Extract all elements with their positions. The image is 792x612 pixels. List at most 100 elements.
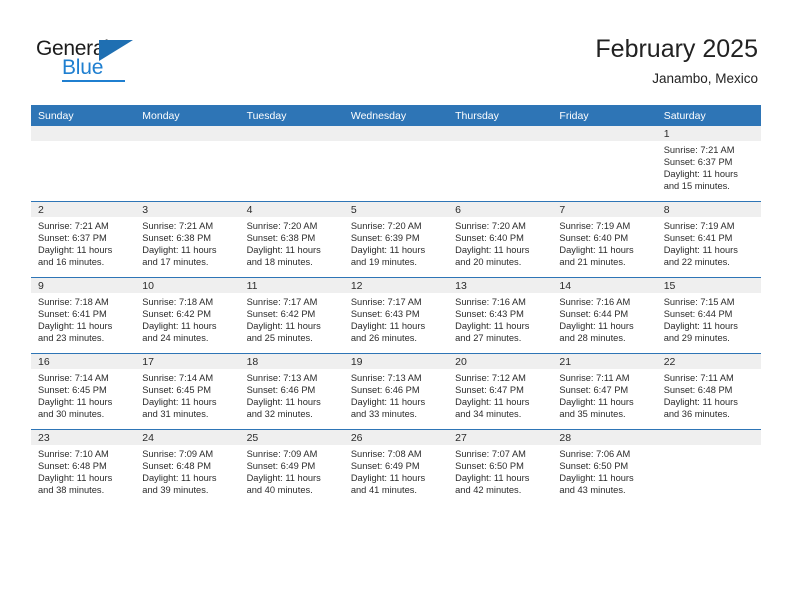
day-cell[interactable]: 3 Sunrise: 7:21 AM Sunset: 6:38 PM Daylight…	[135, 201, 240, 278]
sunrise-text: Sunrise: 7:20 AM	[455, 221, 526, 231]
logo-underline	[62, 80, 125, 82]
daylight-text: Daylight: 11 hours and 32 minutes.	[246, 397, 321, 420]
day-cell[interactable]: 20 Sunrise: 7:12 AM Sunset: 6:47 PM Dayligh…	[448, 353, 553, 430]
day-cell[interactable]: 13 Sunrise: 7:16 AM Sunset: 6:43 PM Dayligh…	[448, 277, 553, 354]
sunrise-text: Sunrise: 7:20 AM	[350, 221, 422, 231]
day-number: 2	[31, 202, 136, 217]
weekday-header-wednesday: Wednesday	[343, 105, 449, 126]
day-details: Sunrise: 7:16 AM Sunset: 6:44 PM Daylight:…	[552, 293, 656, 344]
day-cell[interactable]: 4 Sunrise: 7:20 AM Sunset: 6:38 PM Daylight…	[239, 201, 344, 278]
day-cell[interactable]: 23 Sunrise: 7:10 AM Sunset: 6:48 PM Dayligh…	[31, 429, 136, 505]
sunrise-text: Sunrise: 7:21 AM	[142, 221, 214, 231]
day-cell[interactable]: 24 Sunrise: 7:09 AM Sunset: 6:48 PM Dayligh…	[135, 429, 240, 505]
sunset-text: Sunset: 6:45 PM	[142, 385, 212, 396]
day-number: 14	[552, 278, 657, 293]
day-details: Sunrise: 7:20 AM Sunset: 6:39 PM Daylight:…	[344, 217, 448, 268]
day-number: 12	[343, 278, 449, 293]
day-number	[343, 126, 449, 141]
sunset-text: Sunset: 6:37 PM	[38, 233, 107, 244]
day-details: Sunrise: 7:21 AM Sunset: 6:37 PM Daylight:…	[657, 141, 761, 192]
day-details: Sunrise: 7:17 AM Sunset: 6:42 PM Daylight:…	[240, 293, 344, 344]
day-cell[interactable]: 6 Sunrise: 7:20 AM Sunset: 6:40 PM Daylight…	[448, 201, 553, 278]
page-title: February 2025	[595, 35, 758, 63]
daylight-text: Daylight: 11 hours and 39 minutes.	[142, 473, 217, 496]
day-cell[interactable]: 28 Sunrise: 7:06 AM Sunset: 6:50 PM Dayligh…	[552, 429, 657, 505]
sunrise-text: Sunrise: 7:13 AM	[350, 373, 422, 383]
day-cell[interactable]: 25 Sunrise: 7:09 AM Sunset: 6:49 PM Dayligh…	[239, 429, 344, 505]
sunrise-text: Sunrise: 7:18 AM	[38, 297, 109, 307]
sunrise-text: Sunrise: 7:17 AM	[246, 297, 318, 307]
day-cell[interactable]: 17 Sunrise: 7:14 AM Sunset: 6:45 PM Dayligh…	[135, 353, 240, 430]
sunrise-text: Sunrise: 7:17 AM	[350, 297, 422, 307]
daylight-text: Daylight: 11 hours and 38 minutes.	[38, 473, 113, 496]
day-number	[448, 126, 553, 141]
sunset-text: Sunset: 6:46 PM	[350, 385, 420, 396]
daylight-text: Daylight: 11 hours and 23 minutes.	[38, 321, 113, 344]
daylight-text: Daylight: 11 hours and 24 minutes.	[142, 321, 217, 344]
day-cell[interactable]: 15 Sunrise: 7:15 AM Sunset: 6:44 PM Dayligh…	[656, 277, 761, 354]
weekday-header-saturday: Saturday	[656, 105, 761, 126]
day-number: 8	[656, 202, 761, 217]
weekday-header-row: Sunday Monday Tuesday Wednesday Thursday…	[31, 105, 761, 126]
day-cell-empty	[31, 126, 136, 202]
day-cell[interactable]: 14 Sunrise: 7:16 AM Sunset: 6:44 PM Dayligh…	[552, 277, 657, 354]
calendar-week-row: 2 Sunrise: 7:21 AM Sunset: 6:37 PM Daylight…	[31, 201, 761, 278]
day-number: 21	[552, 354, 657, 369]
day-cell[interactable]: 10 Sunrise: 7:18 AM Sunset: 6:42 PM Dayligh…	[135, 277, 240, 354]
day-cell[interactable]: 1 Sunrise: 7:21 AM Sunset: 6:37 PM Daylight…	[656, 126, 761, 202]
day-cell[interactable]: 12 Sunrise: 7:17 AM Sunset: 6:43 PM Dayligh…	[343, 277, 449, 354]
sunrise-text: Sunrise: 7:12 AM	[455, 373, 526, 383]
weekday-header-thursday: Thursday	[448, 105, 553, 126]
calendar-head: Sunday Monday Tuesday Wednesday Thursday…	[31, 105, 761, 126]
day-number: 3	[135, 202, 240, 217]
day-cell-empty	[135, 126, 240, 202]
general-blue-logo: General Blue	[36, 38, 146, 84]
day-details: Sunrise: 7:19 AM Sunset: 6:40 PM Daylight:…	[552, 217, 656, 268]
logo-word-blue: Blue	[62, 56, 104, 79]
day-details: Sunrise: 7:11 AM Sunset: 6:48 PM Daylight:…	[657, 369, 761, 420]
daylight-text: Daylight: 11 hours and 29 minutes.	[663, 321, 738, 344]
day-number: 13	[448, 278, 553, 293]
day-number	[135, 126, 240, 141]
sunset-text: Sunset: 6:41 PM	[663, 233, 733, 244]
day-details: Sunrise: 7:20 AM Sunset: 6:38 PM Daylight:…	[240, 217, 344, 268]
day-cell[interactable]: 7 Sunrise: 7:19 AM Sunset: 6:40 PM Daylight…	[552, 201, 657, 278]
day-cell[interactable]: 11 Sunrise: 7:17 AM Sunset: 6:42 PM Dayligh…	[239, 277, 344, 354]
day-cell[interactable]: 27 Sunrise: 7:07 AM Sunset: 6:50 PM Dayligh…	[448, 429, 553, 505]
sunrise-text: Sunrise: 7:09 AM	[142, 449, 214, 459]
day-cell[interactable]: 26 Sunrise: 7:08 AM Sunset: 6:49 PM Dayligh…	[343, 429, 449, 505]
daylight-text: Daylight: 11 hours and 40 minutes.	[246, 473, 321, 496]
daylight-text: Daylight: 11 hours and 17 minutes.	[142, 245, 217, 268]
sunset-text: Sunset: 6:45 PM	[38, 385, 107, 396]
day-cell[interactable]: 21 Sunrise: 7:11 AM Sunset: 6:47 PM Dayligh…	[552, 353, 657, 430]
calendar-grid: Sunday Monday Tuesday Wednesday Thursday…	[31, 105, 761, 505]
day-cell[interactable]: 18 Sunrise: 7:13 AM Sunset: 6:46 PM Dayligh…	[239, 353, 344, 430]
day-cell[interactable]: 8 Sunrise: 7:19 AM Sunset: 6:41 PM Daylight…	[656, 201, 761, 278]
day-cell[interactable]: 9 Sunrise: 7:18 AM Sunset: 6:41 PM Daylight…	[31, 277, 136, 354]
calendar-page: General Blue February 2025 Janambo, Mexi…	[0, 0, 792, 612]
daylight-text: Daylight: 11 hours and 19 minutes.	[350, 245, 426, 268]
sunrise-text: Sunrise: 7:16 AM	[455, 297, 526, 307]
calendar-week-row: 1 Sunrise: 7:21 AM Sunset: 6:37 PM Daylight…	[31, 126, 761, 202]
day-cell[interactable]: 2 Sunrise: 7:21 AM Sunset: 6:37 PM Daylight…	[31, 201, 136, 278]
day-cell[interactable]: 22 Sunrise: 7:11 AM Sunset: 6:48 PM Dayligh…	[656, 353, 761, 430]
day-cell[interactable]: 19 Sunrise: 7:13 AM Sunset: 6:46 PM Dayligh…	[343, 353, 449, 430]
day-number: 26	[343, 430, 449, 445]
page-subtitle: Janambo, Mexico	[652, 71, 758, 86]
day-details: Sunrise: 7:06 AM Sunset: 6:50 PM Daylight:…	[552, 445, 656, 496]
sunset-text: Sunset: 6:49 PM	[350, 461, 420, 472]
sunset-text: Sunset: 6:38 PM	[246, 233, 316, 244]
day-details: Sunrise: 7:09 AM Sunset: 6:48 PM Daylight:…	[135, 445, 239, 496]
day-details: Sunrise: 7:15 AM Sunset: 6:44 PM Daylight:…	[657, 293, 761, 344]
day-number: 27	[448, 430, 553, 445]
daylight-text: Daylight: 11 hours and 21 minutes.	[559, 245, 634, 268]
day-cell-empty	[239, 126, 344, 202]
day-number: 28	[552, 430, 657, 445]
sunset-text: Sunset: 6:48 PM	[663, 385, 733, 396]
day-cell[interactable]: 5 Sunrise: 7:20 AM Sunset: 6:39 PM Daylight…	[343, 201, 449, 278]
calendar-week-row: 23 Sunrise: 7:10 AM Sunset: 6:48 PM Dayligh…	[31, 429, 761, 505]
day-cell[interactable]: 16 Sunrise: 7:14 AM Sunset: 6:45 PM Dayligh…	[31, 353, 136, 430]
sunset-text: Sunset: 6:44 PM	[663, 309, 733, 320]
sunset-text: Sunset: 6:48 PM	[38, 461, 107, 472]
day-details: Sunrise: 7:21 AM Sunset: 6:38 PM Daylight:…	[135, 217, 239, 268]
